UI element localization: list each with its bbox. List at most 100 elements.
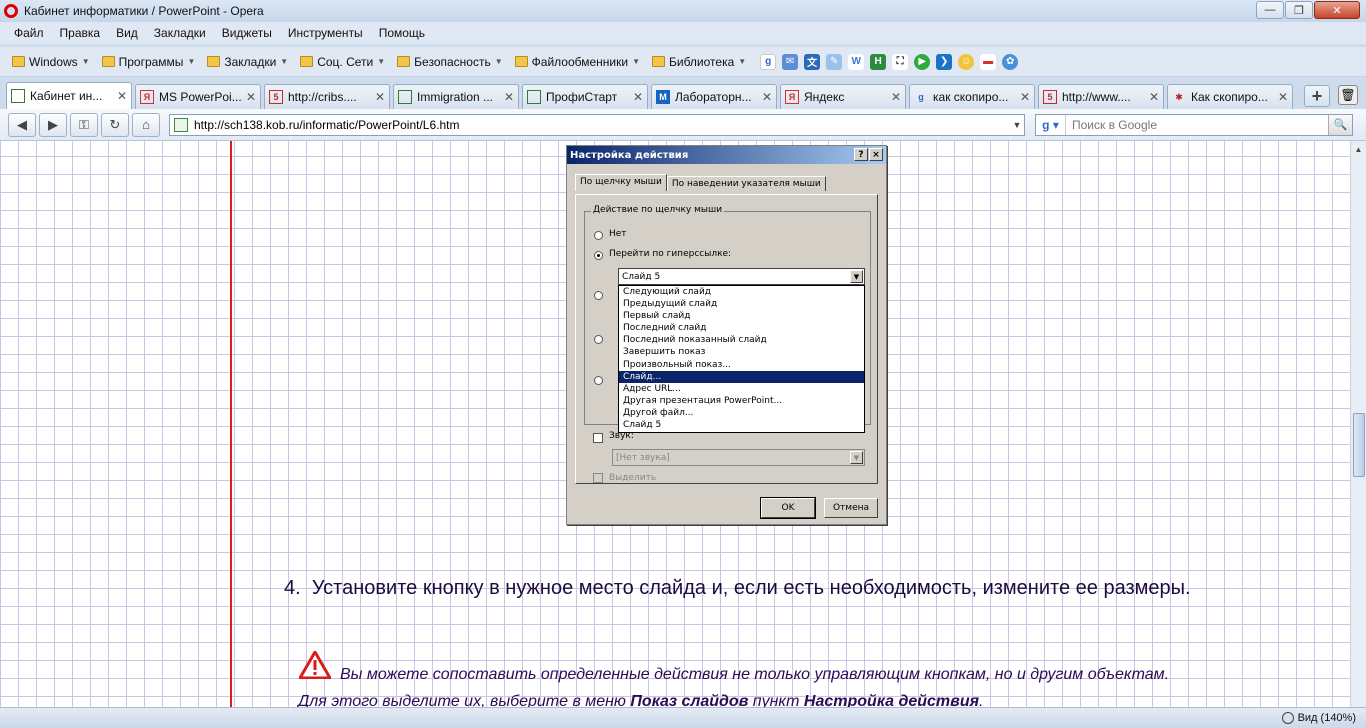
menu-widgets[interactable]: Виджеты [214, 26, 280, 40]
bookmark-folder[interactable]: Соц. Сети ▼ [294, 55, 391, 69]
trash-icon[interactable]: 🗑 [1338, 85, 1358, 105]
address-url[interactable]: http://sch138.kob.ru/informatic/PowerPoi… [194, 118, 1010, 132]
tab-label: Immigration ... [417, 90, 494, 104]
close-icon[interactable]: ✕ [1149, 90, 1159, 104]
bookmark-folder[interactable]: Программы ▼ [96, 55, 202, 69]
close-icon[interactable]: ✕ [891, 90, 901, 104]
close-icon[interactable]: ✕ [1278, 90, 1288, 104]
step-number: 4. [284, 577, 301, 599]
tab[interactable]: ПрофиСтарт ✕ [522, 84, 648, 109]
zoom-level[interactable]: Вид (140%) [1298, 712, 1356, 724]
menu-edit[interactable]: Правка [52, 26, 109, 40]
scrollbar-thumb[interactable] [1353, 413, 1365, 477]
chevron-down-icon: ▼ [377, 57, 386, 66]
chevron-down-icon: ▼ [850, 451, 863, 464]
tab[interactable]: 5 http://www.... ✕ [1038, 84, 1164, 109]
bookmark-folder[interactable]: Безопасность ▼ [391, 55, 508, 69]
forward-button[interactable]: ▶ [39, 112, 67, 137]
list-item: Последний слайд [623, 323, 707, 334]
card-icon[interactable]: ▬ [980, 53, 997, 70]
tab[interactable]: Я MS PowerPoi... ✕ [135, 84, 261, 109]
pen-icon[interactable]: ✎ [826, 53, 843, 70]
search-box[interactable]: g ▾ Поиск в Google 🔍 [1035, 113, 1353, 136]
h-icon[interactable]: H [870, 53, 887, 70]
new-tab-button[interactable]: + [1304, 85, 1330, 107]
folder-icon [12, 56, 25, 67]
search-icon[interactable]: 🔍 [1328, 114, 1352, 135]
minimize-button[interactable]: — [1256, 1, 1284, 19]
note-bold-item: Настройка действия [803, 693, 980, 707]
radio-hyperlink [594, 251, 603, 260]
tab[interactable]: M Лабораторн... ✕ [651, 84, 777, 109]
fullscreen-icon[interactable]: ⛶ [892, 53, 909, 70]
dialog-titlebar: Настройка действия ? × [567, 146, 886, 164]
close-icon: × [869, 148, 883, 161]
page-icon [527, 90, 541, 104]
close-icon[interactable]: ✕ [117, 89, 127, 103]
close-icon[interactable]: ✕ [246, 90, 256, 104]
menu-file[interactable]: Файл [6, 26, 52, 40]
w-icon[interactable]: W [848, 53, 865, 70]
reload-button[interactable]: ↻ [101, 112, 129, 137]
scroll-up-icon[interactable]: ▲ [1351, 141, 1366, 157]
translate-icon[interactable]: 文 [804, 53, 821, 70]
bookmark-folder[interactable]: Библиотека ▼ [646, 55, 752, 69]
mail-icon[interactable]: ✉ [782, 53, 799, 70]
tab-bar: Кабинет ин... ✕ Я MS PowerPoi... ✕ 5 http://… [0, 81, 1366, 109]
page-content: Настройка действия ? × По щелчку мыши По… [0, 141, 1350, 707]
note-text-middle: пункт [748, 693, 804, 707]
back-button[interactable]: ◀ [8, 112, 36, 137]
tab-active[interactable]: Кабинет ин... ✕ [6, 82, 132, 109]
bookmarks-bar: Windows ▼ Программы ▼ Закладки ▼ Соц. Сети ▼… [0, 47, 1366, 77]
play-icon[interactable]: ▶ [914, 53, 931, 70]
list-item: Первый слайд [623, 311, 691, 322]
close-icon[interactable]: ✕ [762, 90, 772, 104]
tab[interactable]: Immigration ... ✕ [393, 84, 519, 109]
tab-label: Яндекс [804, 90, 845, 104]
vertical-scrollbar[interactable]: ▲ [1350, 141, 1366, 707]
close-window-button[interactable]: ✕ [1314, 1, 1360, 19]
tab[interactable]: ✱ Как скопиро... ✕ [1167, 84, 1293, 109]
sound-value: [Нет звука] [616, 452, 670, 463]
margin-line [230, 141, 232, 707]
smiley-icon[interactable]: ☺ [958, 53, 975, 70]
settings-flower-icon[interactable]: ✿ [1002, 53, 1019, 70]
hyperlink-dropdown-list: Следующий слайд Предыдущий слайд Первый … [618, 285, 865, 433]
maximize-button[interactable]: ❐ [1285, 1, 1313, 19]
zoom-control[interactable]: Вид (140%) [1281, 712, 1356, 724]
google-icon[interactable]: g ▾ [1036, 114, 1066, 135]
bookmark-folder[interactable]: Windows ▼ [6, 55, 96, 69]
menu-bookmarks[interactable]: Закладки [146, 26, 214, 40]
google-icon[interactable]: g [760, 53, 777, 70]
menu-help[interactable]: Помощь [371, 26, 433, 40]
google-icon: g [918, 92, 924, 102]
note-paragraph: Вы можете сопоставить определенные дейст… [298, 661, 1198, 707]
group-label: Действие по щелчку мыши [591, 205, 725, 215]
chevron-down-icon: ▼ [738, 57, 747, 66]
menu-bar: Файл Правка Вид Закладки Виджеты Инструм… [0, 22, 1366, 44]
close-icon[interactable]: ✕ [375, 90, 385, 104]
bookmark-folder[interactable]: Закладки ▼ [201, 55, 294, 69]
chevron-down-icon[interactable]: ▼ [1010, 120, 1024, 130]
close-icon[interactable]: ✕ [1020, 90, 1030, 104]
list-item: Следующий слайд [623, 287, 712, 297]
search-input[interactable]: Поиск в Google [1066, 118, 1328, 132]
zoom-icon [1281, 712, 1294, 724]
menu-view[interactable]: Вид [108, 26, 146, 40]
home-button[interactable]: ⌂ [132, 112, 160, 137]
yandex-icon: Я [140, 90, 154, 104]
menu-tools[interactable]: Инструменты [280, 26, 371, 40]
bookmark-folder[interactable]: Файлообменники ▼ [509, 55, 646, 69]
folder-icon [300, 56, 314, 67]
close-icon[interactable]: ✕ [633, 90, 643, 104]
bookmark-label: Закладки [224, 54, 277, 69]
tab-on-hover: По наведении указателя мыши [666, 176, 826, 191]
forward-icon[interactable]: ❯ [936, 53, 953, 70]
close-icon[interactable]: ✕ [504, 90, 514, 104]
address-bar[interactable]: http://sch138.kob.ru/informatic/PowerPoi… [169, 113, 1025, 136]
tab[interactable]: 5 http://cribs.... ✕ [264, 84, 390, 109]
tab[interactable]: g как скопиро... ✕ [909, 84, 1035, 109]
tab[interactable]: Я Яндекс ✕ [780, 84, 906, 109]
window-title: Кабинет информатики / PowerPoint - Opera [24, 4, 264, 18]
wand-key-icon[interactable]: ⚿ [70, 112, 98, 137]
